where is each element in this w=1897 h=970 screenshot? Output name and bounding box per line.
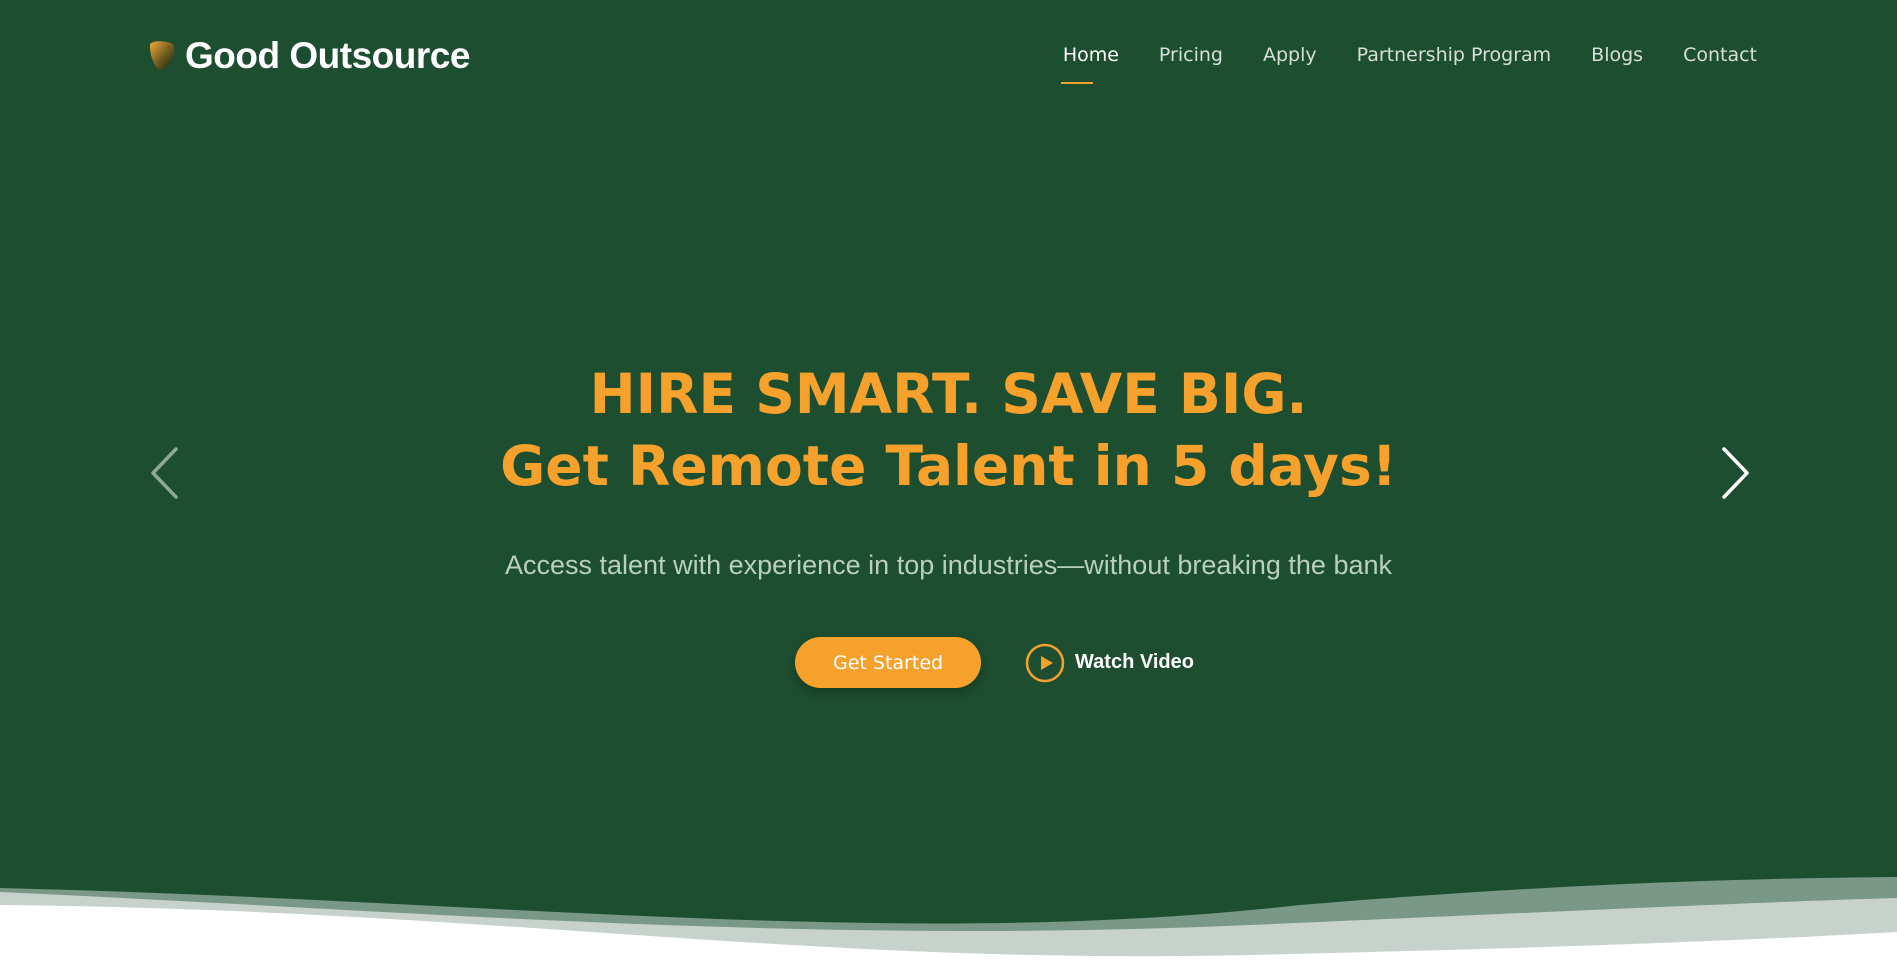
site-logo[interactable]: Good Outsource (147, 35, 470, 76)
nav-item-home[interactable]: Home (1060, 44, 1119, 84)
get-started-button[interactable]: Get Started (795, 637, 982, 688)
headline-line-1: HIRE SMART. SAVE BIG. (589, 362, 1308, 426)
cta-row: Get Started Watch Video (0, 637, 1897, 688)
hero-section: Good Outsource Home Pricing Apply Partne… (0, 0, 1897, 970)
nav-item-partnership-program[interactable]: Partnership Program (1357, 44, 1552, 66)
hero-subtitle: Access talent with experience in top ind… (505, 550, 1392, 580)
logo-text: Good Outsource (185, 35, 470, 76)
wave-divider (0, 877, 1897, 970)
nav-item-contact[interactable]: Contact (1683, 44, 1757, 66)
nav-item-pricing[interactable]: Pricing (1159, 44, 1223, 66)
nav-item-blogs[interactable]: Blogs (1591, 44, 1643, 66)
main-nav: Home Pricing Apply Partnership Program B… (1023, 44, 1757, 84)
play-circle-icon (1025, 643, 1065, 682)
hero-headline: HIRE SMART. SAVE BIG. Get Remote Talent … (0, 358, 1897, 502)
watch-video-link[interactable]: Watch Video (1025, 643, 1194, 683)
logo-icon (150, 41, 175, 71)
watch-video-label: Watch Video (1075, 651, 1194, 673)
nav-item-apply[interactable]: Apply (1263, 44, 1317, 66)
headline-line-2: Get Remote Talent in 5 days! (500, 434, 1397, 498)
